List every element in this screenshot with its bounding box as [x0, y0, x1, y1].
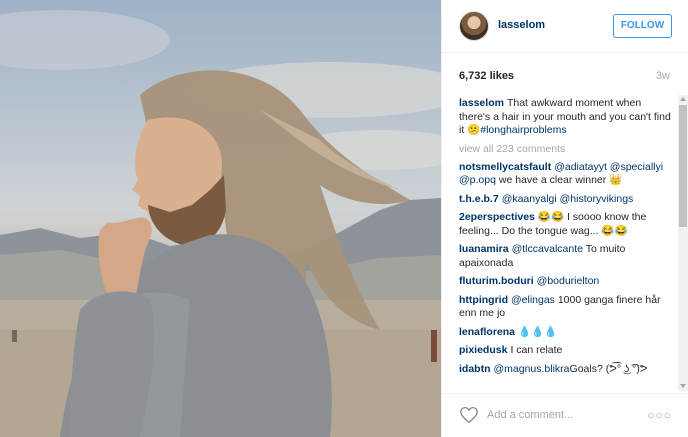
comment-item: t.h.e.b.7 @kaanyalgi @historyvikings	[459, 193, 674, 207]
comment-text: we have a clear winner 👑	[495, 174, 623, 186]
follow-button[interactable]: FOLLOW	[613, 14, 672, 38]
comment-username[interactable]: pixiedusk	[459, 344, 507, 356]
comment-mention[interactable]: @elingas	[511, 294, 555, 306]
comment-text: Goals? (ᕗ͡° ͜ʖ ͡°)ᕗ	[569, 362, 648, 375]
avatar[interactable]	[459, 11, 489, 41]
comment-mention[interactable]: @bodurielton	[537, 275, 600, 287]
comment-username[interactable]: fluturim.boduri	[459, 275, 534, 287]
comment-item: pixiedusk I can relate	[459, 344, 674, 358]
comment-mention[interactable]: @kaanyalgi @historyvikings	[502, 193, 634, 205]
username-link[interactable]: lasselom	[498, 19, 545, 31]
comments-scrollbar[interactable]	[678, 95, 688, 391]
comment-username[interactable]: 2eperspectives	[459, 211, 535, 223]
comment-item: luanamira @tlccavalcante To muito apaixon…	[459, 243, 674, 270]
post-header: lasselom FOLLOW	[442, 0, 688, 53]
comment-mention[interactable]: @tlccavalcante	[512, 243, 583, 255]
comment-footer: Add a comment... ○○○	[442, 393, 688, 437]
scroll-down-arrow-icon[interactable]	[680, 384, 686, 388]
more-options-icon[interactable]: ○○○	[647, 408, 672, 422]
comment-username[interactable]: idabtn	[459, 363, 491, 375]
comment-item: httpingrid @elingas 1000 ganga finere hår…	[459, 294, 674, 321]
scroll-up-arrow-icon[interactable]	[680, 97, 686, 101]
comment-mention[interactable]: @magnus.blikra	[494, 363, 570, 375]
comment-username[interactable]: luanamira	[459, 243, 509, 255]
scrollbar-thumb[interactable]	[679, 105, 687, 227]
comments-list: lasselom That awkward moment when there's…	[459, 97, 674, 389]
comment-item: idabtn @magnus.blikraGoals? (ᕗ͡° ͜ʖ ͡°)ᕗ	[459, 363, 674, 377]
post-sidebar: lasselom FOLLOW 6,732 likes 3w lasselom T…	[441, 0, 688, 437]
heart-icon[interactable]	[459, 406, 479, 424]
view-all-comments-link[interactable]: view all 223 comments	[459, 143, 674, 155]
photo-scene	[0, 10, 441, 437]
comment-item: lenaflorena 💧💧💧	[459, 326, 674, 340]
post-age[interactable]: 3w	[656, 70, 670, 82]
comment-username[interactable]: httpingrid	[459, 294, 508, 306]
comment-item: notsmellycatsfault @adiatayyt @speciallyi…	[459, 161, 674, 188]
add-comment-input[interactable]: Add a comment...	[487, 409, 573, 421]
comment-username[interactable]: t.h.e.b.7	[459, 193, 499, 205]
likes-count[interactable]: 6,732 likes	[459, 70, 514, 82]
comment-username[interactable]: notsmellycatsfault	[459, 161, 551, 173]
caption-hashtag[interactable]: #longhairproblems	[480, 124, 566, 136]
comment-username[interactable]: lenaflorena	[459, 326, 515, 338]
caption: lasselom That awkward moment when there's…	[459, 97, 674, 138]
comment-item: 2eperspectives 😂😂 I soooo know the feelin…	[459, 211, 674, 238]
comment-text: I can relate	[510, 344, 563, 356]
post-photo[interactable]	[0, 0, 441, 437]
caption-username[interactable]: lasselom	[459, 97, 504, 109]
comment-text: 💧💧💧	[518, 325, 558, 338]
comment-item: fluturim.boduri @bodurielton	[459, 275, 674, 289]
comment-items: notsmellycatsfault @adiatayyt @speciallyi…	[459, 161, 674, 377]
